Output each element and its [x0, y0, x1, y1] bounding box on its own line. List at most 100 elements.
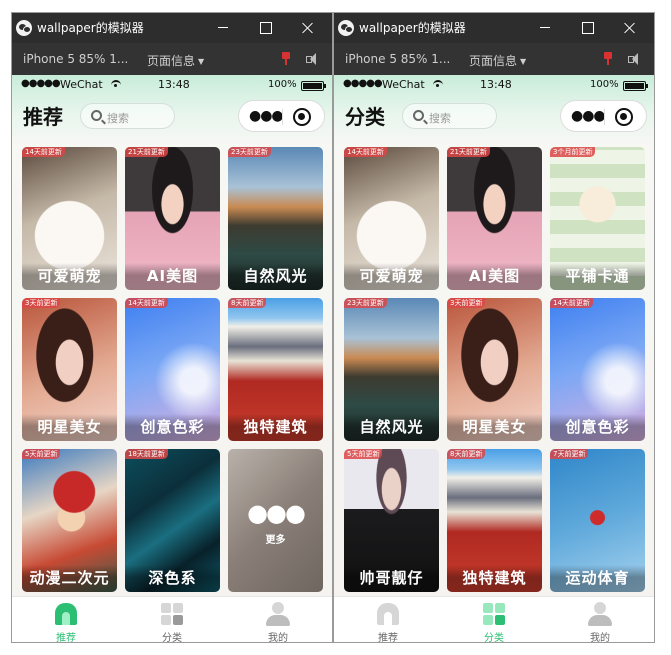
capsule-divider — [282, 109, 283, 125]
user-icon — [266, 602, 290, 626]
maximize-button[interactable] — [246, 13, 286, 43]
close-target-icon[interactable] — [293, 108, 311, 126]
speaker-icon[interactable] — [306, 53, 318, 65]
card-label: 深色系 — [125, 565, 220, 592]
tab-bar: 推荐 分类 我的 — [12, 596, 332, 643]
update-badge: 3天前更新 — [447, 298, 486, 308]
category-card[interactable]: 14天前更新创意色彩 — [550, 298, 645, 441]
category-card[interactable]: 23天前更新 自然风光 — [344, 298, 439, 441]
category-card[interactable]: 5天前更新 动漫二次元 — [22, 449, 117, 592]
menu-capsule: ●●● — [238, 100, 325, 132]
search-box[interactable]: 搜索 — [402, 103, 497, 129]
category-card[interactable]: 23天前更新 自然风光 — [228, 147, 323, 290]
card-label: 自然风光 — [344, 414, 439, 441]
close-button[interactable] — [610, 13, 650, 43]
tab-category[interactable]: 分类 — [441, 597, 547, 643]
tab-mine[interactable]: 我的 — [547, 597, 653, 642]
window-titlebar: wallpaper的模拟器 — [334, 13, 654, 43]
page-title: 推荐 — [23, 105, 63, 129]
more-card[interactable]: ●●● 更多 — [228, 449, 323, 592]
tab-label-category: 分类 — [162, 633, 182, 643]
category-card[interactable]: 8天前更新 独特建筑 — [228, 298, 323, 441]
wifi-icon — [111, 80, 121, 88]
update-badge: 21天前更新 — [447, 147, 490, 157]
device-selector[interactable]: iPhone 5 85% 1... — [23, 52, 128, 66]
minimize-button[interactable] — [526, 13, 566, 43]
update-badge: 8天前更新 — [228, 298, 267, 308]
home-icon — [377, 603, 399, 625]
device-selector-label: iPhone 5 85% 1... — [345, 52, 451, 66]
card-label: 创意色彩 — [550, 414, 645, 441]
update-badge: 14天前更新 — [550, 298, 593, 308]
category-card[interactable]: 8天前更新独特建筑 — [447, 449, 542, 592]
battery-icon — [301, 81, 326, 91]
tab-label-category: 分类 — [484, 633, 504, 643]
update-badge: 14天前更新 — [22, 147, 65, 157]
search-icon — [413, 110, 424, 121]
status-time: 13:48 — [158, 78, 190, 91]
card-label: 帅哥靓仔 — [344, 565, 439, 592]
tab-recommend[interactable]: 推荐 — [13, 597, 119, 642]
category-card[interactable]: 3天前更新 明星美女 — [447, 298, 542, 441]
menu-capsule: ●●● — [560, 100, 647, 132]
wifi-icon — [433, 80, 443, 88]
category-card[interactable]: 3天前更新明星美女 — [22, 298, 117, 441]
more-dots-icon: ●●● — [247, 499, 306, 527]
window-titlebar: wallpaper的模拟器 — [12, 13, 332, 43]
tab-label-recommend: 推荐 — [378, 633, 398, 643]
category-card[interactable]: 18天前更新深色系 — [125, 449, 220, 592]
page-title: 分类 — [345, 105, 385, 129]
card-label: 明星美女 — [22, 414, 117, 441]
search-placeholder: 搜索 — [429, 112, 451, 125]
page-info-dropdown[interactable]: 页面信息 ▼ — [147, 52, 204, 69]
minimize-button[interactable] — [204, 13, 244, 43]
pin-icon[interactable] — [281, 52, 291, 66]
update-badge: 18天前更新 — [125, 449, 168, 459]
category-card[interactable]: 5天前更新帅哥靓仔 — [344, 449, 439, 592]
maximize-button[interactable] — [568, 13, 608, 43]
simulator-toolbar: iPhone 5 85% 1... 页面信息 ▼ — [334, 43, 654, 75]
more-label: 更多 — [265, 535, 286, 546]
page-info-label: 页面信息 — [469, 54, 518, 68]
more-dots-icon[interactable]: ●●● — [249, 109, 284, 123]
card-label: 可爱萌宠 — [22, 263, 117, 290]
card-label: 独特建筑 — [447, 565, 542, 592]
user-icon — [588, 602, 612, 626]
category-card[interactable]: 21天前更新 AI美图 — [447, 147, 542, 290]
status-bar: ●●●●● WeChat 13:48 100% — [12, 75, 332, 95]
close-target-icon[interactable] — [615, 108, 633, 126]
simulator-window-recommend: wallpaper的模拟器 iPhone 5 85% 1... 页面信息 ▼ ●●… — [11, 12, 333, 643]
update-badge: 23天前更新 — [228, 147, 271, 157]
more-dots-icon[interactable]: ●●● — [571, 109, 606, 123]
category-card[interactable]: 21天前更新 AI美图 — [125, 147, 220, 290]
tab-category[interactable]: 分类 — [119, 597, 225, 643]
wechat-logo-icon — [16, 20, 32, 36]
card-label: AI美图 — [125, 263, 220, 290]
window-title: wallpaper的模拟器 — [359, 21, 466, 35]
caret-down-icon: ▼ — [198, 57, 205, 66]
category-card[interactable]: 14天前更新 创意色彩 — [125, 298, 220, 441]
category-card[interactable]: 14天前更新 可爱萌宠 — [344, 147, 439, 290]
tab-bar: 推荐 分类 我的 — [334, 596, 654, 643]
phone-screen: ●●●●● WeChat 13:48 100% 分类 搜索 ●●● 14天前更新… — [334, 75, 654, 643]
home-icon — [55, 603, 77, 625]
simulator-toolbar: iPhone 5 85% 1... 页面信息 ▼ — [12, 43, 332, 75]
page-info-dropdown[interactable]: 页面信息 ▼ — [469, 52, 526, 69]
speaker-icon[interactable] — [628, 53, 640, 65]
device-selector[interactable]: iPhone 5 85% 1... — [345, 52, 450, 66]
update-badge: 3天前更新 — [22, 298, 61, 308]
battery-icon — [623, 81, 648, 91]
signal-dots: ●●●●● — [343, 78, 383, 89]
tab-label-mine: 我的 — [268, 633, 288, 643]
tab-mine[interactable]: 我的 — [225, 597, 331, 643]
card-label: AI美图 — [447, 263, 542, 290]
search-box[interactable]: 搜索 — [80, 103, 175, 129]
pin-icon[interactable] — [603, 52, 613, 66]
update-badge: 5天前更新 — [344, 449, 383, 459]
category-card[interactable]: 7天前更新 运动体育 — [550, 449, 645, 592]
close-button[interactable] — [288, 13, 328, 43]
category-card[interactable]: 14天前更新可爱萌宠 — [22, 147, 117, 290]
update-badge: 8天前更新 — [447, 449, 486, 459]
tab-recommend[interactable]: 推荐 — [335, 597, 441, 643]
category-card[interactable]: 3个月前更新 平铺卡通 — [550, 147, 645, 290]
